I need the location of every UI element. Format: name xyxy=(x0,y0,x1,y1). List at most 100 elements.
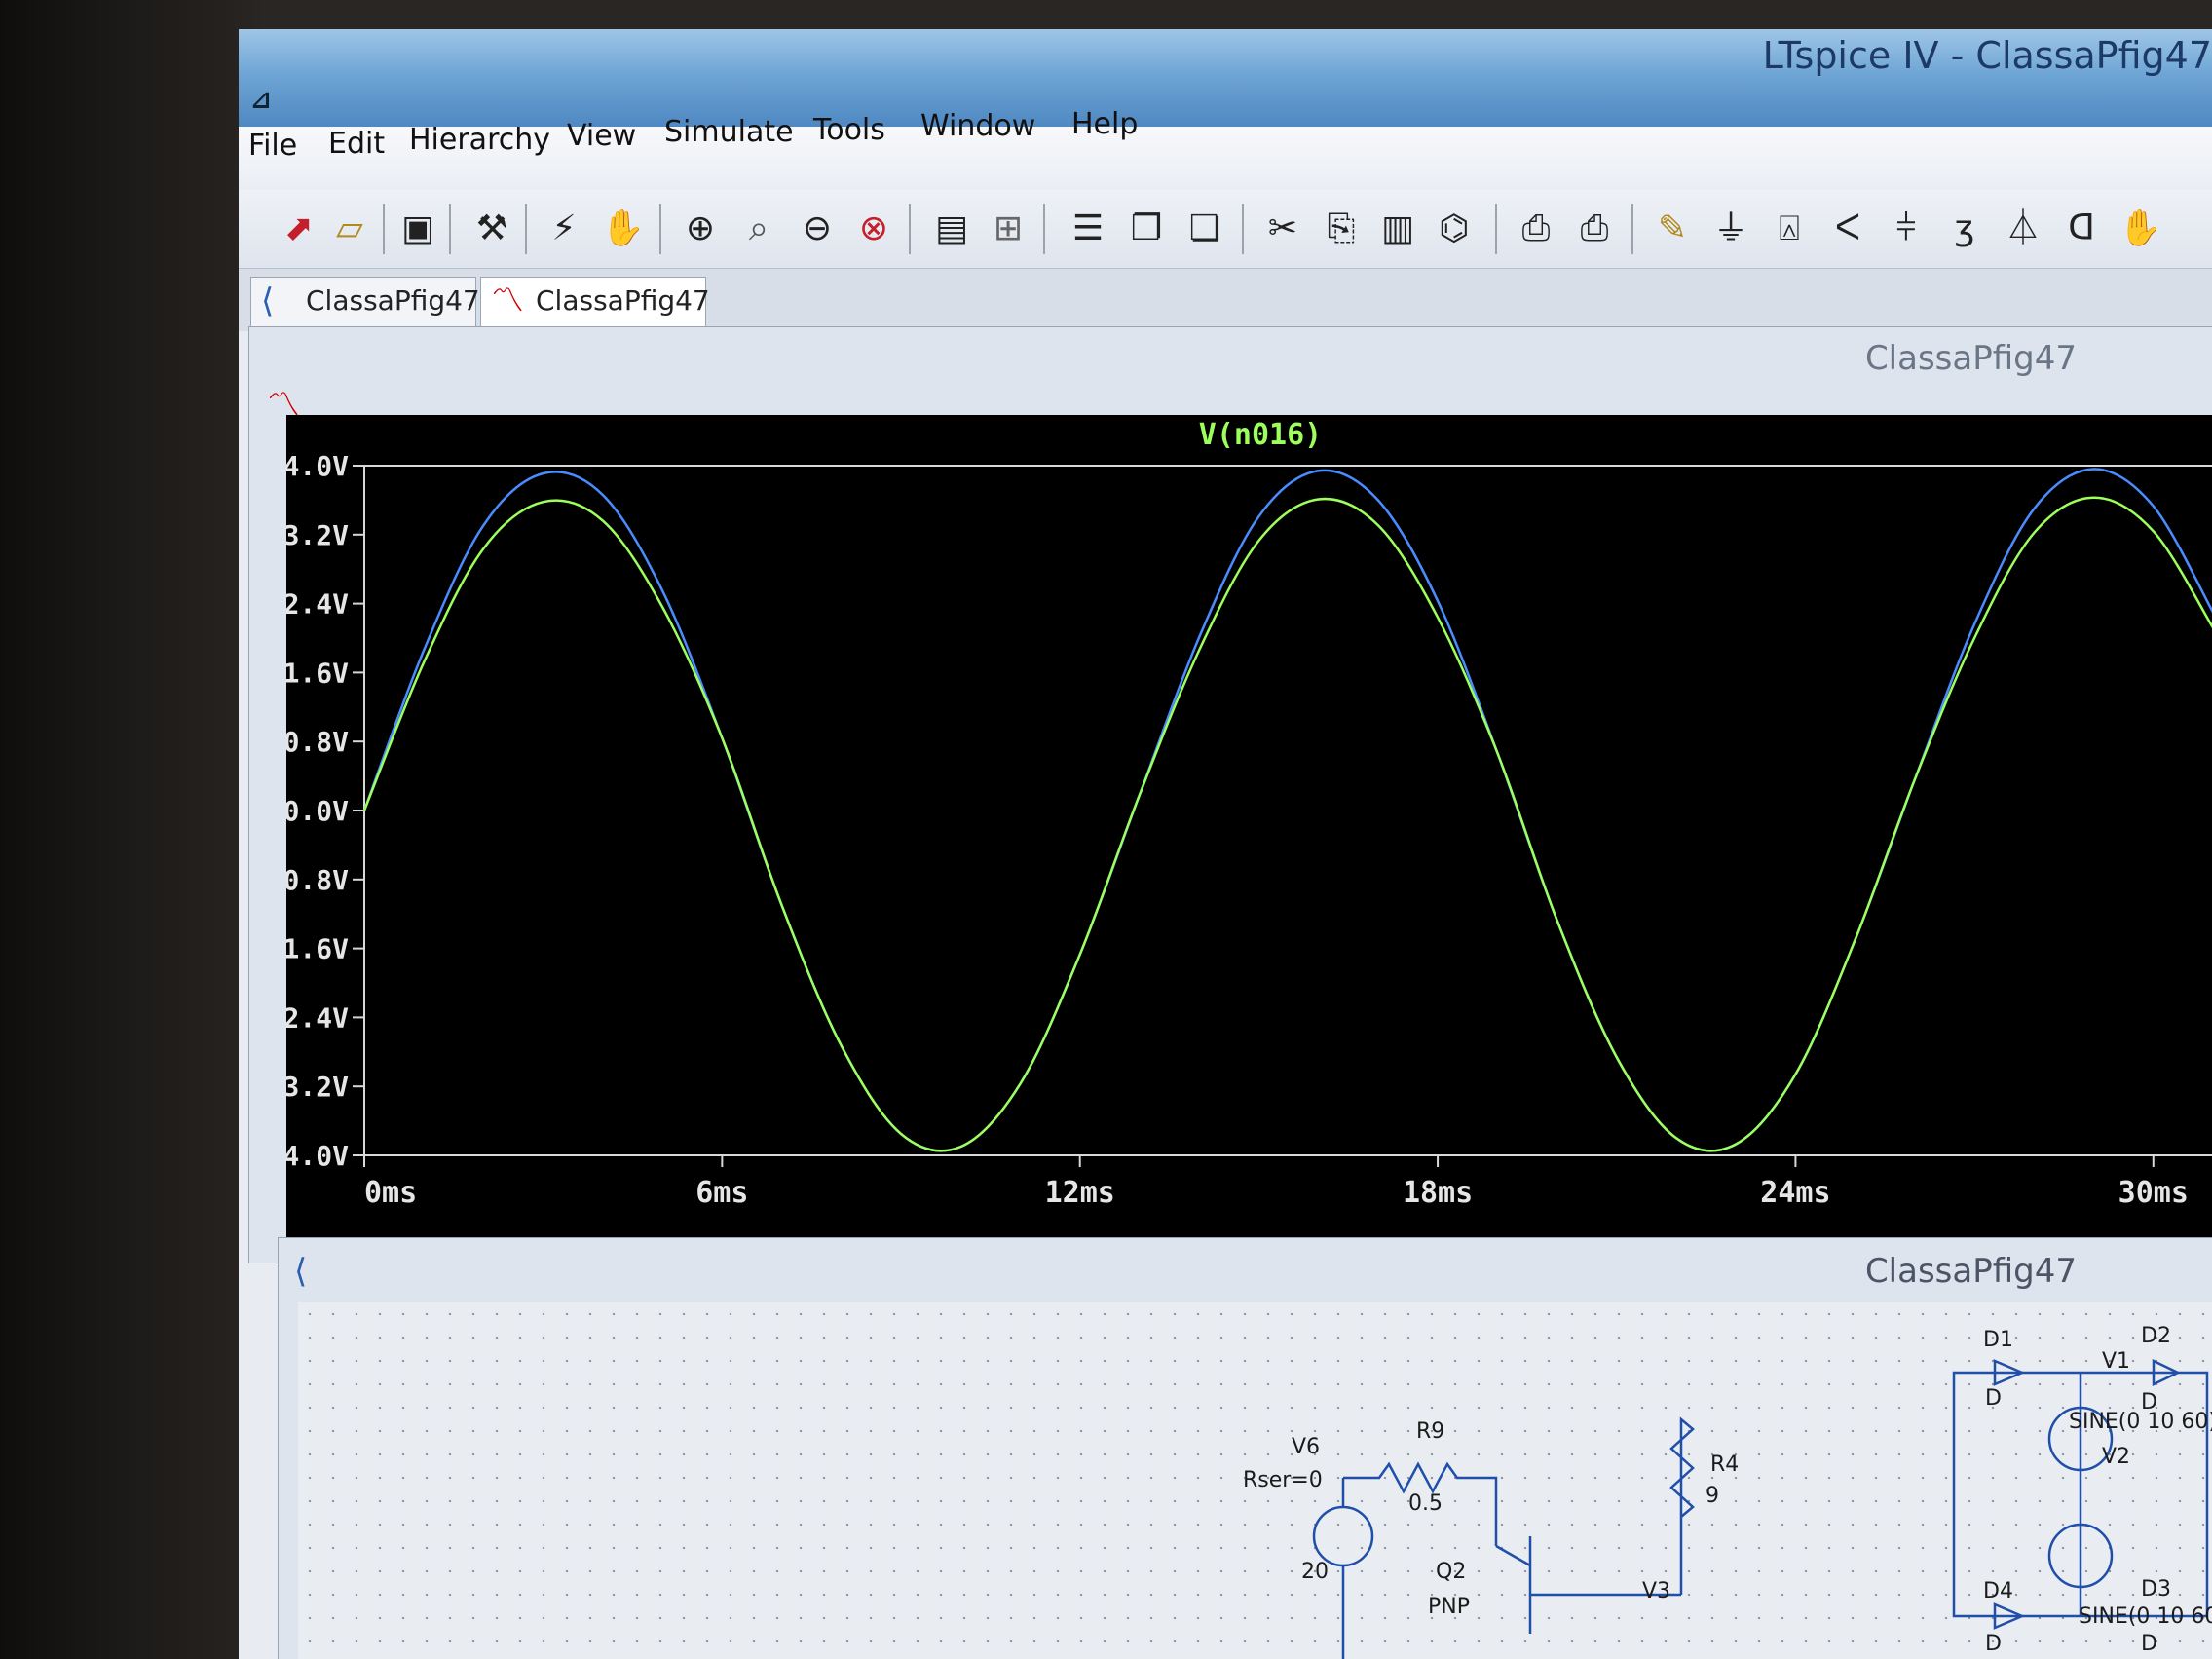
tab-schematic[interactable]: ⟨ ClassaPfig47 xyxy=(250,277,480,327)
label-v6-value: 20 xyxy=(1301,1560,1329,1584)
label-d4: D4 xyxy=(1983,1579,2013,1603)
schematic-canvas[interactable]: V6 Rser=0 R9 0.5 20 Q2 PNP R4 9 V3 D1 D … xyxy=(298,1302,2212,1659)
label-d1: D1 xyxy=(1983,1328,2013,1352)
toolbar-separator xyxy=(1043,204,1045,254)
y-tick-label: 0.0V xyxy=(286,795,349,827)
tab-label: ClassaPfig47 xyxy=(536,284,710,317)
capacitor-icon[interactable]: ⫩ xyxy=(1885,207,1928,250)
component-icon[interactable]: ᗡ xyxy=(2060,207,2103,250)
inductor-icon[interactable]: ʒ xyxy=(1943,207,1986,250)
menu-file[interactable]: File xyxy=(248,129,297,163)
y-tick-label: -2.4V xyxy=(286,1001,349,1034)
drag-hand-icon[interactable]: ✋ xyxy=(2118,207,2162,250)
y-tick-label: 1.6V xyxy=(286,657,349,689)
zoom-area-icon[interactable]: ⌕ xyxy=(737,207,780,250)
diode-icon[interactable]: ⏃ xyxy=(2002,207,2044,250)
find-icon[interactable]: ⌬ xyxy=(1433,207,1476,250)
menu-view[interactable]: View xyxy=(567,119,636,153)
label-d1-type: D xyxy=(1985,1386,2002,1411)
save-icon[interactable]: ▣ xyxy=(396,207,439,250)
label-v2: V2 xyxy=(2102,1445,2131,1469)
cut-icon[interactable]: ✂ xyxy=(1261,207,1304,250)
schematic-window-caption: ClassaPfig47 xyxy=(1864,1252,2077,1291)
x-tick-label: 12ms xyxy=(1045,1176,1115,1210)
label-net-icon[interactable]: ⍓ xyxy=(1768,207,1811,250)
control-panel-icon[interactable]: ⚒ xyxy=(470,207,513,250)
label-q2: Q2 xyxy=(1436,1560,1467,1584)
plot-pane[interactable]: V(n016) 4.0V 3.2V 2.4V 1.6V 0.8V 0.0V -0.8V -1.… xyxy=(286,415,2212,1251)
ground-icon[interactable]: ⏚ xyxy=(1709,207,1752,250)
ltspice-app-icon[interactable]: ⊿ xyxy=(250,88,276,113)
y-tick-label: -4.0V xyxy=(286,1140,349,1172)
y-tick-label: -1.6V xyxy=(286,933,349,965)
label-v1: V1 xyxy=(2102,1349,2131,1374)
toolbar-separator xyxy=(383,204,385,254)
menu-help[interactable]: Help xyxy=(1071,107,1138,141)
label-v3: V3 xyxy=(1642,1579,1671,1603)
x-tick-label: 6ms xyxy=(695,1176,748,1210)
tile-horizontal-icon[interactable]: ☰ xyxy=(1067,207,1109,250)
x-tick-label: 24ms xyxy=(1760,1176,1830,1210)
traces xyxy=(362,468,2212,1152)
voltage-source-v6[interactable] xyxy=(1312,1505,1374,1567)
halt-icon[interactable]: ✋ xyxy=(601,207,645,250)
toolbar-separator xyxy=(909,204,911,254)
ltspice-window: ⊿ LTspice IV - ClassaPfig47 File Edit Hi… xyxy=(239,29,2212,1659)
label-sine-1: SINE(0 10 60) xyxy=(2069,1410,2212,1434)
cascade-icon[interactable]: ❐ xyxy=(1125,207,1168,250)
toolbar-separator xyxy=(449,204,451,254)
y-tick-label: 4.0V xyxy=(286,450,349,482)
trace-green xyxy=(362,496,2212,1152)
toolbar-separator xyxy=(659,204,661,254)
run-icon[interactable]: ⚡ xyxy=(543,207,585,250)
menu-hierarchy[interactable]: Hierarchy xyxy=(409,123,550,157)
trace-title[interactable]: V(n016) xyxy=(1199,418,1322,452)
y-tick-label: 3.2V xyxy=(286,519,349,551)
print-icon[interactable]: ⎙ xyxy=(1573,207,1616,250)
toolbar-separator xyxy=(1495,204,1497,254)
label-d3-type: D xyxy=(2141,1632,2157,1656)
y-tick-label: -0.8V xyxy=(286,864,349,896)
paste-icon[interactable]: ▥ xyxy=(1376,207,1419,250)
label-r9: R9 xyxy=(1416,1419,1445,1444)
schematic-icon: ⟨ xyxy=(261,282,275,320)
label-r4-value: 9 xyxy=(1706,1484,1719,1508)
waveform-icon: 〽 xyxy=(491,282,524,320)
autorange-icon[interactable]: ▤ xyxy=(930,207,973,250)
new-schematic-icon[interactable]: ⬈ xyxy=(278,207,320,250)
waveform-plot[interactable]: V(n016) 4.0V 3.2V 2.4V 1.6V 0.8V 0.0V -0.8V -1.… xyxy=(286,415,2212,1251)
title-bar[interactable]: ⊿ LTspice IV - ClassaPfig47 xyxy=(239,29,2212,127)
tab-label: ClassaPfig47 xyxy=(306,284,480,317)
y-tick-label: 2.4V xyxy=(286,588,349,621)
label-r9-value: 0.5 xyxy=(1408,1491,1443,1516)
toolbar-separator xyxy=(525,204,527,254)
waveform-window: ClassaPfig47 〽 V(n016) 4.0V 3.2V 2.4V 1.6V 0… xyxy=(248,326,2212,1263)
menu-window[interactable]: Window xyxy=(920,109,1035,143)
x-tick-label: 18ms xyxy=(1403,1176,1473,1210)
x-tick-label: 0ms xyxy=(364,1176,417,1210)
waveform-window-caption: ClassaPfig47 xyxy=(1864,339,2077,378)
y-tick-label: 0.8V xyxy=(286,726,349,758)
label-sine-2: SINE(0 10 60) xyxy=(2079,1604,2212,1629)
label-rser: Rser=0 xyxy=(1243,1468,1323,1492)
tab-waveform[interactable]: 〽 ClassaPfig47 xyxy=(480,277,710,327)
y-tick-label: -3.2V xyxy=(286,1071,349,1103)
menu-tools[interactable]: Tools xyxy=(813,113,885,147)
label-d4-type: D xyxy=(1985,1632,2002,1656)
zoom-cancel-icon[interactable]: ⊗ xyxy=(852,207,895,250)
copy-icon[interactable]: ⎘ xyxy=(1320,207,1363,250)
resistor-r4[interactable] xyxy=(1669,1416,1695,1595)
toolbar-separator xyxy=(1242,204,1244,254)
zoom-in-icon[interactable]: ⊕ xyxy=(679,207,722,250)
print-setup-icon[interactable]: ⎙ xyxy=(1515,207,1557,250)
grid-icon[interactable]: ⊞ xyxy=(987,207,1030,250)
menu-edit[interactable]: Edit xyxy=(328,127,385,161)
zoom-out-icon[interactable]: ⊖ xyxy=(796,207,839,250)
open-icon[interactable]: ▱ xyxy=(328,207,371,250)
menu-simulate[interactable]: Simulate xyxy=(664,115,794,149)
resistor-icon[interactable]: ᐸ xyxy=(1826,207,1869,250)
draw-wire-icon[interactable]: ✎ xyxy=(1651,207,1694,250)
label-d2: D2 xyxy=(2141,1324,2171,1348)
tile-vertical-icon[interactable]: ❏ xyxy=(1183,207,1226,250)
x-axis: 0ms 6ms 12ms 18ms 24ms 30ms xyxy=(363,1155,2189,1210)
